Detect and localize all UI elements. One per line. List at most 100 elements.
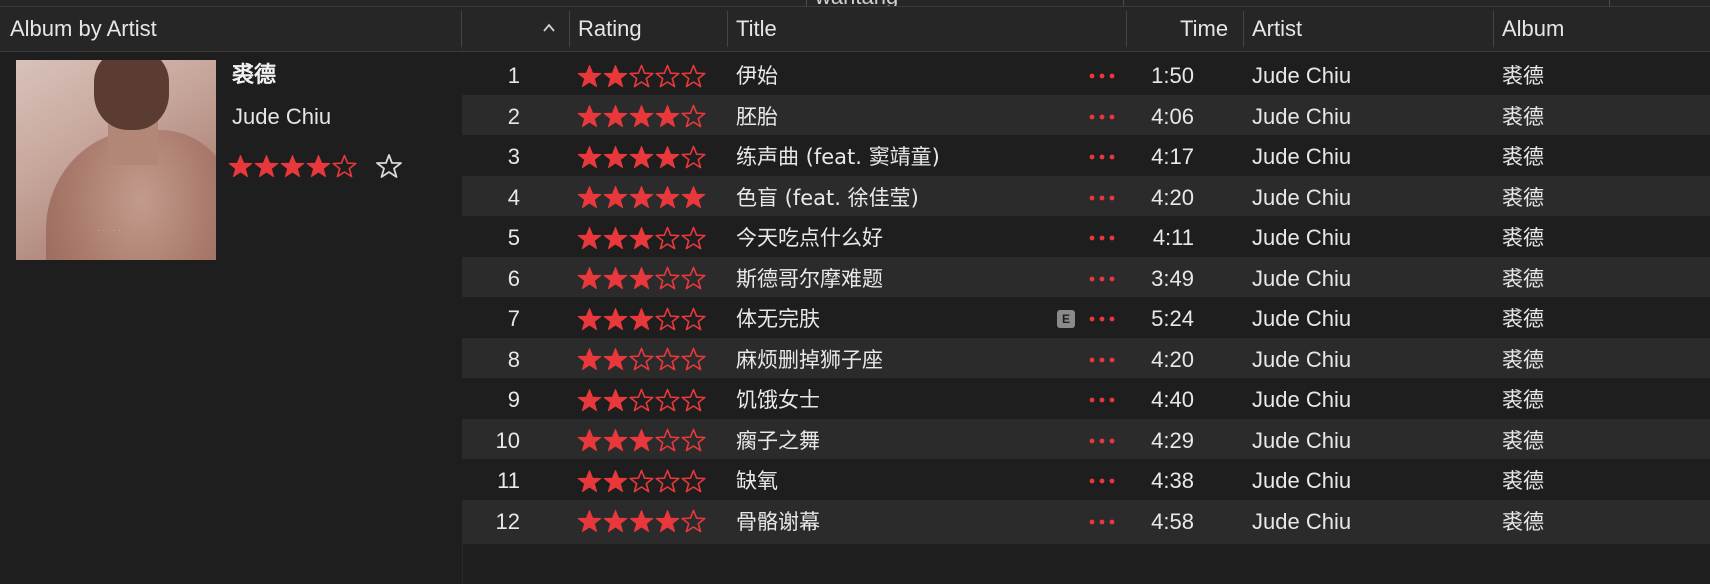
star-filled-icon[interactable] xyxy=(577,145,602,170)
track-row[interactable]: 1 伊始 1:50 Jude Chiu 裘德 xyxy=(462,54,1710,98)
track-rating[interactable] xyxy=(577,425,707,457)
track-artist[interactable]: Jude Chiu xyxy=(1252,54,1351,98)
track-row[interactable]: 3 练声曲 (feat. 窦靖童) 4:17 Jude Chiu 裘德 xyxy=(462,135,1710,179)
column-divider[interactable] xyxy=(1493,11,1494,47)
ellipsis-icon[interactable] xyxy=(1084,271,1120,287)
header-rating[interactable]: Rating xyxy=(578,7,642,51)
star-filled-icon[interactable] xyxy=(603,388,628,413)
track-album[interactable]: 裘德 xyxy=(1502,419,1544,463)
star-filled-icon[interactable] xyxy=(629,104,654,129)
star-filled-icon[interactable] xyxy=(577,226,602,251)
star-empty-icon[interactable] xyxy=(655,64,680,89)
track-artist[interactable]: Jude Chiu xyxy=(1252,419,1351,463)
ellipsis-icon[interactable] xyxy=(1084,230,1120,246)
track-album[interactable]: 裘德 xyxy=(1502,378,1544,422)
star-empty-icon[interactable] xyxy=(681,104,706,129)
star-filled-icon[interactable] xyxy=(655,104,680,129)
track-artist[interactable]: Jude Chiu xyxy=(1252,135,1351,179)
star-filled-icon[interactable] xyxy=(577,347,602,372)
star-filled-icon[interactable] xyxy=(655,185,680,210)
star-filled-icon[interactable] xyxy=(603,266,628,291)
header-album-by-artist[interactable]: Album by Artist xyxy=(10,7,157,51)
star-empty-icon[interactable] xyxy=(655,388,680,413)
star-filled-icon[interactable] xyxy=(577,307,602,332)
track-rating[interactable] xyxy=(577,344,707,376)
column-divider[interactable] xyxy=(569,11,570,47)
star-filled-icon[interactable] xyxy=(577,64,602,89)
star-filled-icon[interactable] xyxy=(306,154,331,179)
track-row[interactable]: 7 体无完肤 E 5:24 Jude Chiu 裘德 xyxy=(462,297,1710,341)
track-rating[interactable] xyxy=(577,384,707,416)
star-empty-icon[interactable] xyxy=(681,509,706,534)
ellipsis-icon[interactable] xyxy=(1084,109,1120,125)
star-empty-icon[interactable] xyxy=(681,347,706,372)
ellipsis-icon[interactable] xyxy=(1084,311,1120,327)
star-filled-icon[interactable] xyxy=(577,469,602,494)
star-empty-icon[interactable] xyxy=(681,226,706,251)
track-artist[interactable]: Jude Chiu xyxy=(1252,257,1351,301)
star-filled-icon[interactable] xyxy=(603,428,628,453)
star-filled-icon[interactable] xyxy=(577,428,602,453)
ellipsis-icon[interactable] xyxy=(1084,514,1120,530)
ellipsis-icon[interactable] xyxy=(1084,190,1120,206)
star-filled-icon[interactable] xyxy=(629,266,654,291)
star-filled-icon[interactable] xyxy=(228,154,253,179)
track-row[interactable]: 8 麻烦删掉狮子座 4:20 Jude Chiu 裘德 xyxy=(462,337,1710,382)
track-row[interactable]: 5 今天吃点什么好 4:11 Jude Chiu 裘德 xyxy=(462,216,1710,260)
track-artist[interactable]: Jude Chiu xyxy=(1252,95,1351,139)
star-filled-icon[interactable] xyxy=(629,185,654,210)
star-filled-icon[interactable] xyxy=(577,266,602,291)
track-album[interactable]: 裘德 xyxy=(1502,216,1544,260)
track-album[interactable]: 裘德 xyxy=(1502,257,1544,301)
track-rating[interactable] xyxy=(577,101,707,133)
star-empty-icon[interactable] xyxy=(629,469,654,494)
ellipsis-icon[interactable] xyxy=(1084,352,1120,368)
track-rating[interactable] xyxy=(577,465,707,497)
track-album[interactable]: 裘德 xyxy=(1502,500,1544,544)
star-filled-icon[interactable] xyxy=(629,145,654,170)
star-filled-icon[interactable] xyxy=(603,307,628,332)
star-filled-icon[interactable] xyxy=(603,64,628,89)
track-artist[interactable]: Jude Chiu xyxy=(1252,176,1351,220)
star-filled-icon[interactable] xyxy=(577,185,602,210)
star-empty-icon[interactable] xyxy=(655,428,680,453)
star-filled-icon[interactable] xyxy=(603,226,628,251)
star-empty-icon[interactable] xyxy=(681,266,706,291)
star-filled-icon[interactable] xyxy=(603,347,628,372)
track-row[interactable]: 9 饥饿女士 4:40 Jude Chiu 裘德 xyxy=(462,378,1710,422)
star-filled-icon[interactable] xyxy=(603,104,628,129)
star-empty-icon[interactable] xyxy=(655,307,680,332)
star-empty-icon[interactable] xyxy=(629,347,654,372)
star-empty-icon[interactable] xyxy=(655,266,680,291)
track-album[interactable]: 裘德 xyxy=(1502,54,1544,98)
track-row[interactable]: 4 色盲 (feat. 徐佳莹) 4:20 Jude Chiu 裘德 xyxy=(462,175,1710,220)
track-album[interactable]: 裘德 xyxy=(1502,338,1544,382)
column-divider[interactable] xyxy=(1126,11,1127,47)
track-album[interactable]: 裘德 xyxy=(1502,176,1544,220)
track-album[interactable]: 裘德 xyxy=(1502,95,1544,139)
column-divider[interactable] xyxy=(1243,11,1244,47)
track-artist[interactable]: Jude Chiu xyxy=(1252,459,1351,503)
ellipsis-icon[interactable] xyxy=(1084,68,1120,84)
star-empty-icon[interactable] xyxy=(681,307,706,332)
star-filled-icon[interactable] xyxy=(629,307,654,332)
star-empty-icon[interactable] xyxy=(629,388,654,413)
star-filled-icon[interactable] xyxy=(577,509,602,534)
track-rating[interactable] xyxy=(577,182,707,214)
star-filled-icon[interactable] xyxy=(655,509,680,534)
track-artist[interactable]: Jude Chiu xyxy=(1252,216,1351,260)
track-rating[interactable] xyxy=(577,303,707,335)
track-row[interactable]: 10 瘸子之舞 4:29 Jude Chiu 裘德 xyxy=(462,418,1710,463)
star-filled-icon[interactable] xyxy=(681,185,706,210)
star-empty-icon[interactable] xyxy=(629,64,654,89)
star-empty-icon[interactable] xyxy=(655,469,680,494)
track-album[interactable]: 裘德 xyxy=(1502,459,1544,503)
column-divider[interactable] xyxy=(461,11,462,47)
track-artist[interactable]: Jude Chiu xyxy=(1252,378,1351,422)
track-album[interactable]: 裘德 xyxy=(1502,135,1544,179)
star-empty-icon[interactable] xyxy=(681,145,706,170)
track-rating[interactable] xyxy=(577,222,707,254)
star-filled-icon[interactable] xyxy=(655,145,680,170)
chevron-up-icon[interactable] xyxy=(541,20,557,36)
ellipsis-icon[interactable] xyxy=(1084,473,1120,489)
